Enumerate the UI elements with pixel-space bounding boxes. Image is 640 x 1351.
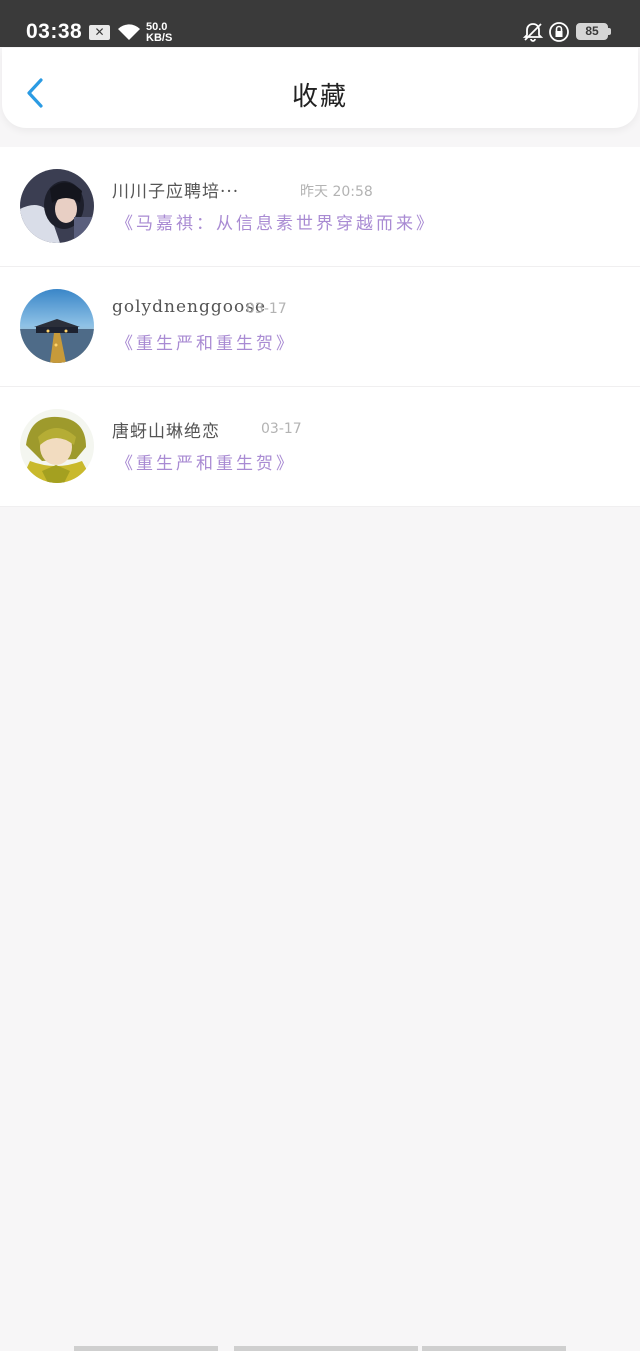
- header: 收藏: [2, 48, 638, 128]
- list-item[interactable]: 唐蚜山琳绝恋 03-17 《重生严和重生贺》: [0, 387, 640, 507]
- page-title: 收藏: [291, 82, 348, 112]
- x-notification-icon: ✕: [89, 25, 110, 40]
- author-name: golydnenggoose: [112, 297, 267, 317]
- author-name: 唐蚜山琳绝恋: [112, 422, 220, 442]
- avatar: [20, 169, 94, 243]
- item-time: 03-17: [246, 301, 287, 317]
- wifi-icon: [118, 24, 140, 40]
- nav-hint-right: [422, 1346, 566, 1351]
- list-item[interactable]: 川川子应聘培··· 昨天 20:58 《马嘉祺：从信息素世界穿越而来》: [0, 147, 640, 267]
- favorites-list: 川川子应聘培··· 昨天 20:58 《马嘉祺：从信息素世界穿越而来》 goly…: [0, 147, 640, 507]
- item-time: 昨天 20:58: [300, 184, 373, 200]
- book-title[interactable]: 《马嘉祺：从信息素世界穿越而来》: [116, 209, 436, 234]
- list-item[interactable]: golydnenggoose 03-17 《重生严和重生贺》: [0, 267, 640, 387]
- nav-hint-center: [234, 1346, 418, 1351]
- battery-tip: [608, 28, 611, 35]
- bell-off-icon: [522, 23, 544, 42]
- book-title[interactable]: 《重生严和重生贺》: [116, 329, 296, 354]
- avatar: [20, 409, 94, 483]
- item-time: 03-17: [261, 421, 302, 437]
- network-speed: 50.0 KB/S: [146, 22, 172, 44]
- status-bar: 03:38 ✕ 50.0 KB/S 85: [0, 0, 640, 47]
- battery-icon: 85: [576, 23, 608, 40]
- avatar: [20, 289, 94, 363]
- rotation-lock-icon: [549, 22, 569, 42]
- network-speed-unit: KB/S: [146, 32, 173, 44]
- status-time: 03:38: [26, 20, 83, 43]
- nav-hint-left: [74, 1346, 218, 1351]
- author-name: 川川子应聘培···: [112, 182, 240, 202]
- book-title[interactable]: 《重生严和重生贺》: [116, 449, 296, 474]
